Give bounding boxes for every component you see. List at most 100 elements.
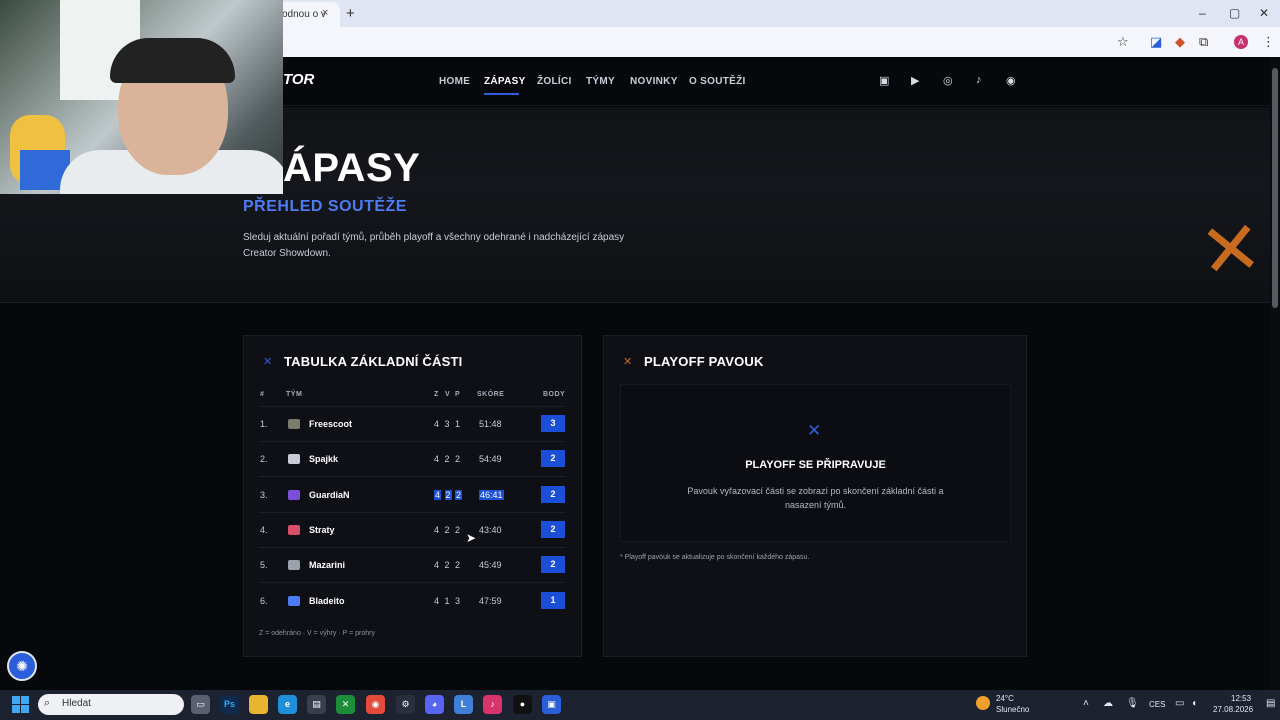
new-tab-button[interactable]: +: [346, 5, 355, 22]
team-name[interactable]: Freescoot: [309, 419, 352, 429]
row-z: 4: [434, 419, 440, 429]
standings-x-icon: ✕: [263, 356, 273, 368]
team-name[interactable]: Bladeito: [309, 596, 345, 606]
notification-icon[interactable]: ▤: [1266, 698, 1275, 709]
points-badge: 2: [541, 486, 565, 503]
microphone-icon[interactable]: 🎙: [1126, 698, 1139, 709]
editor-icon[interactable]: L: [454, 695, 473, 714]
app-icon[interactable]: ▣: [542, 695, 561, 714]
points-badge: 2: [541, 521, 565, 538]
steam-icon[interactable]: ⚙: [396, 695, 415, 714]
star-icon[interactable]: ☆: [1117, 34, 1129, 50]
row-z: 4: [434, 560, 440, 570]
fox-extension-icon[interactable]: ◆: [1175, 34, 1185, 50]
profile-avatar[interactable]: A: [1234, 35, 1248, 49]
points-badge: 2: [541, 556, 565, 573]
tiktok-icon[interactable]: ♪: [483, 695, 502, 714]
header-divider: [258, 406, 566, 407]
site-logo[interactable]: TOR: [283, 71, 314, 88]
clock-date[interactable]: 27.08.2026: [1213, 705, 1253, 714]
page-description: Sleduj aktuální pořadí týmů, průběh play…: [243, 232, 625, 259]
row-rank: 4.: [260, 525, 268, 535]
pen-icon[interactable]: ◪: [1150, 34, 1162, 50]
row-divider: [258, 476, 566, 477]
team-name[interactable]: Spajkk: [309, 454, 338, 464]
maximize-button[interactable]: ▢: [1229, 6, 1240, 20]
points-badge: 2: [541, 450, 565, 467]
nav-tymy[interactable]: TÝMY: [586, 76, 615, 87]
row-v: 2: [444, 560, 450, 570]
row-v: 2: [444, 525, 450, 535]
playoff-title: PLAYOFF PAVOUK: [644, 354, 764, 369]
col-z: Z: [434, 391, 439, 398]
playoff-footnote: * Playoff pavouk se aktualizuje po skonč…: [620, 554, 810, 561]
page-subtitle: PŘEHLED SOUTĚŽE: [243, 198, 407, 215]
team-logo-icon: [288, 525, 300, 535]
folder-icon[interactable]: [249, 695, 268, 714]
discord-icon[interactable]: ◉: [1006, 74, 1016, 87]
edge-icon[interactable]: e: [278, 695, 297, 714]
row-v: 3: [444, 419, 450, 429]
standings-title: TABULKA ZÁKLADNÍ ČÁSTI: [284, 354, 463, 369]
row-rank: 6.: [260, 596, 268, 606]
row-divider: [258, 512, 566, 513]
team-name[interactable]: GuardiaN: [309, 490, 350, 500]
chrome-icon[interactable]: ◉: [366, 695, 385, 714]
start-button[interactable]: [12, 696, 29, 713]
team-name[interactable]: Straty: [309, 525, 335, 535]
col-v: V: [445, 391, 451, 398]
nav-zapasy[interactable]: ZÁPASY: [484, 76, 526, 87]
weather-desc[interactable]: Slunečno: [996, 705, 1029, 714]
nav-zolici[interactable]: ŽOLÍCI: [537, 76, 572, 87]
webcam-person-cap: [110, 38, 235, 83]
obs-icon[interactable]: ●: [513, 695, 532, 714]
nav-novinky[interactable]: NOVINKY: [630, 76, 678, 87]
standings-legend: Z = odehráno · V = výhry · P = prohry: [259, 630, 376, 637]
row-score: 47:59: [479, 596, 502, 606]
clock-time[interactable]: 12:53: [1231, 694, 1251, 703]
cookie-settings-icon[interactable]: ✺: [7, 651, 37, 681]
volume-icon[interactable]: ◖: [1191, 698, 1197, 709]
row-p: 3: [455, 596, 461, 606]
instagram-icon[interactable]: ◎: [943, 74, 953, 87]
playoff-status-title: PLAYOFF SE PŘIPRAVUJE: [745, 459, 886, 471]
row-rank: 2.: [260, 454, 268, 464]
col-team: TÝM: [286, 391, 303, 398]
store-icon[interactable]: ▤: [307, 695, 326, 714]
language-indicator[interactable]: CES: [1149, 700, 1165, 709]
network-icon[interactable]: ▭: [1175, 698, 1184, 709]
team-logo-icon: [288, 596, 300, 606]
row-score: 43:40: [479, 525, 502, 535]
xbox-icon[interactable]: ✕: [336, 695, 355, 714]
taskbar-search[interactable]: Hledat: [38, 694, 184, 715]
row-z: 4: [434, 454, 440, 464]
discord-icon[interactable]: ◕: [425, 695, 444, 714]
twitch-icon[interactable]: ▣: [879, 74, 889, 87]
browser-menu-icon[interactable]: ⋮: [1262, 34, 1275, 50]
row-divider: [258, 547, 566, 548]
nav-active-indicator: [484, 93, 519, 95]
team-name[interactable]: Mazarini: [309, 560, 345, 570]
weather-temp[interactable]: 24°C: [996, 694, 1014, 703]
cloud-icon[interactable]: ☁: [1103, 698, 1113, 709]
scrollbar-thumb[interactable]: [1272, 68, 1278, 308]
nav-o-soutezi[interactable]: O SOUTĚŽI: [689, 76, 746, 87]
nav-home[interactable]: HOME: [439, 76, 470, 87]
close-window-button[interactable]: ✕: [1259, 6, 1269, 20]
puzzle-icon[interactable]: ⧉: [1199, 34, 1208, 50]
chevron-up-icon[interactable]: ˄: [1083, 698, 1089, 709]
row-z: 4: [434, 525, 440, 535]
tiktok-icon[interactable]: ♪: [976, 74, 982, 86]
team-logo-icon: [288, 560, 300, 570]
minimize-button[interactable]: –: [1199, 6, 1206, 20]
photoshop-icon[interactable]: Ps: [220, 695, 239, 714]
tab-title: odnou o v: [282, 9, 326, 20]
decorative-x-icon: ✕: [1195, 204, 1267, 295]
col-p: P: [455, 391, 461, 398]
tab-close-icon[interactable]: ×: [322, 7, 328, 19]
youtube-icon[interactable]: ▶: [911, 74, 919, 87]
row-p: 2: [455, 490, 463, 500]
placeholder-x-icon: ✕: [807, 421, 822, 440]
row-p: 2: [455, 525, 461, 535]
file-explorer-icon[interactable]: ▭: [191, 695, 210, 714]
